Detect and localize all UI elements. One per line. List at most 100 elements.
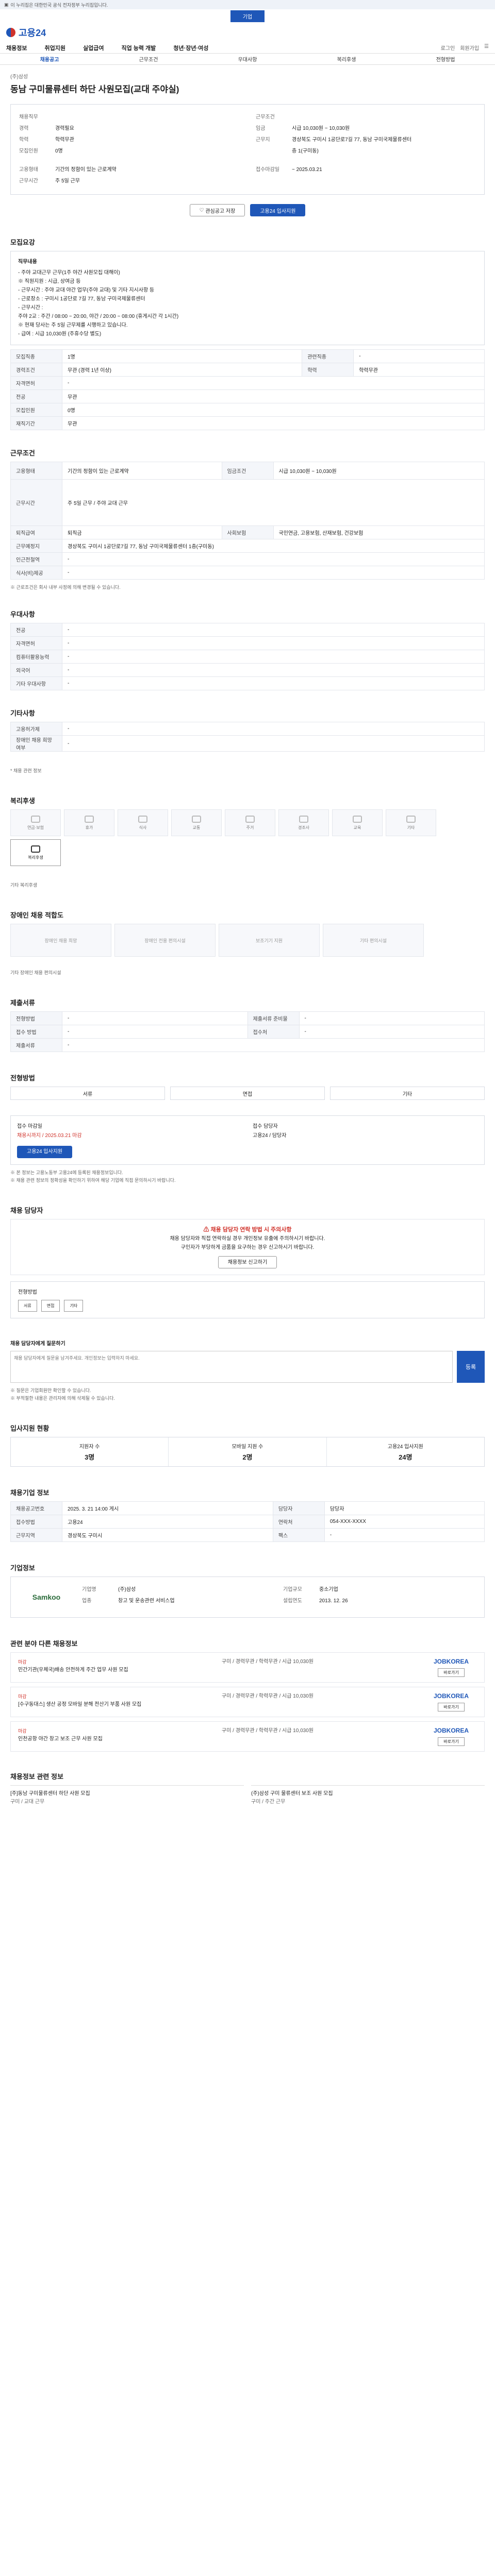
stat-item: 고용24 입사지원 24명 bbox=[327, 1437, 484, 1466]
more-title[interactable]: (주)삼성 구미 물류센터 보조 사원 모집 bbox=[251, 1790, 485, 1798]
audience-switch: 기업 bbox=[0, 9, 495, 23]
list-item[interactable]: 마감 인천공항 야간 창고 보조 근무 사원 모집 구미 / 경력무관 / 학력무… bbox=[10, 1721, 485, 1752]
description-line: - 근무시간 : 주야 교대 야간 업무(주야 교대) 및 기타 지시사항 등 bbox=[18, 287, 155, 293]
family-event-icon bbox=[299, 815, 308, 823]
table-row: 식사(비)제공 - bbox=[10, 566, 485, 580]
more-title[interactable]: [주]동남 구미물류센터 하단 사원 모집 bbox=[10, 1790, 244, 1798]
warning-box: ⚠ 채용 담당자 연락 방법 시 주의사항 채용 담당자와 직접 연락하실 경우… bbox=[10, 1219, 485, 1275]
job-title[interactable]: [수구동대스] 생산 공정 모바일 분해 전산기 부품 사원 모집 bbox=[18, 1701, 214, 1709]
welfare-card: 경조사 bbox=[278, 809, 329, 836]
table-value: 054-XXX-XXXX bbox=[324, 1515, 485, 1529]
description-line: - 근로장소 : 구미시 1공단로 7길 77, 동남 구미국제물류센터 bbox=[18, 296, 145, 302]
table-value: 학력무관 bbox=[353, 363, 485, 377]
table-key: 학력 bbox=[302, 363, 354, 377]
company-value: 2013. 12. 26 bbox=[319, 1598, 348, 1604]
table-key: 제출서류 준비물 bbox=[247, 1011, 300, 1025]
site-logo[interactable]: 고용24 bbox=[19, 26, 46, 39]
table-key: 사회보험 bbox=[221, 526, 274, 539]
go-button[interactable]: 바로가기 bbox=[438, 1668, 465, 1677]
tab-welfare[interactable]: 복리후생 bbox=[337, 55, 356, 63]
table-value: 기간의 정함이 있는 근로계약 bbox=[62, 462, 222, 480]
company-value: 중소기업 bbox=[319, 1587, 338, 1592]
detail-tabs: 채용공고 근무조건 우대사항 복리후생 전형방법 bbox=[0, 54, 495, 65]
job-summary: 채용직무 경력 경력필요 학력 학력무관 모집인원 0명 고용형태 기간의 정함이 있는… bbox=[10, 104, 485, 195]
method-chip[interactable]: 면접 bbox=[41, 1300, 60, 1312]
apply-note: ※ 본 정보는 고용노동부 고용24에 등록된 채용정보입니다. bbox=[10, 1170, 123, 1175]
summary-key: 채용직무 bbox=[19, 114, 38, 120]
job-title[interactable]: 민간기관(우체국)배송 안전하게 주간 업무 사원 모집 bbox=[18, 1666, 214, 1674]
list-item[interactable]: (주)삼성 구미 물류센터 보조 사원 모집 구미 / 주간 근무 bbox=[251, 1785, 485, 1806]
table-row: 근무시간 주 5일 근무 / 주야 교대 근무 bbox=[10, 479, 485, 526]
description-line: 주야 2교 : 주간 / 08:00 ~ 20:00, 야간 / 20:00 ~… bbox=[18, 314, 179, 319]
save-job-button[interactable]: ♡ 관심공고 저장 bbox=[189, 204, 245, 216]
list-item[interactable]: [주]동남 구미물류센터 하단 사원 모집 구미 / 교대 근무 bbox=[10, 1785, 244, 1806]
job-meta: 구미 / 경력무관 / 학력무관 / 시급 10,030원 bbox=[222, 1659, 314, 1665]
apply-button-secondary[interactable]: 고용24 입사지원 bbox=[17, 1146, 73, 1158]
method-option[interactable]: 기타 bbox=[330, 1087, 485, 1100]
table-row: 경력조건 무관 (경력 1년 이상) 학력 학력무관 bbox=[10, 363, 485, 377]
description-line: ※ 현재 당사는 주 5일 근무제를 시행하고 있습니다. bbox=[18, 323, 128, 328]
tab-preference[interactable]: 우대사항 bbox=[238, 55, 257, 63]
list-item[interactable]: 마감 민간기관(우체국)배송 안전하게 주간 업무 사원 모집 구미 / 경력무관… bbox=[10, 1652, 485, 1683]
submit-question-button[interactable]: 등록 bbox=[457, 1351, 485, 1383]
tab-method[interactable]: 전형방법 bbox=[436, 55, 455, 63]
tab-condition[interactable]: 근무조건 bbox=[139, 55, 158, 63]
table-key: 접수 방법 bbox=[10, 1025, 62, 1039]
summary-key: 임금 bbox=[256, 126, 266, 131]
table-value: 1명 bbox=[61, 349, 303, 363]
go-button[interactable]: 바로가기 bbox=[438, 1703, 465, 1711]
table-key: 팩스 bbox=[272, 1528, 325, 1542]
menu-icon[interactable]: ☰ bbox=[484, 44, 489, 52]
table-value: 시급 10,030원 ~ 10,030원 bbox=[273, 462, 485, 480]
stat-value: 2명 bbox=[242, 1453, 253, 1461]
list-item[interactable]: 마감 [수구동대스] 생산 공정 모바일 분해 전산기 부품 사원 모집 구미 /… bbox=[10, 1687, 485, 1717]
nav-youth[interactable]: 청년·장년·여성 bbox=[173, 44, 208, 52]
summary-key: 근무시간 bbox=[19, 178, 38, 184]
signup-link[interactable]: 회원가입 bbox=[460, 44, 479, 52]
question-input[interactable] bbox=[10, 1351, 453, 1383]
table-row: 재직기간 무관 bbox=[10, 416, 485, 430]
table-key: 전공 bbox=[10, 623, 62, 637]
section-title: 전형방법 bbox=[10, 1074, 35, 1082]
method-chip[interactable]: 서류 bbox=[18, 1300, 37, 1312]
table-key: 전형방법 bbox=[10, 1011, 62, 1025]
go-button[interactable]: 바로가기 bbox=[438, 1737, 465, 1746]
summary-key: 근무지 bbox=[256, 137, 270, 143]
nav-employment-support[interactable]: 취업지원 bbox=[44, 44, 65, 52]
nav-unemployment[interactable]: 실업급여 bbox=[83, 44, 104, 52]
section-title: 복리후생 bbox=[10, 797, 35, 805]
report-button[interactable]: 채용정보 신고하기 bbox=[218, 1256, 277, 1268]
status-badge: 마감 bbox=[18, 1728, 27, 1734]
disability-note: 기타 장애인 채용 편의시설 bbox=[10, 970, 61, 975]
tab-recruit[interactable]: 채용공고 bbox=[40, 55, 59, 63]
more-list: [주]동남 구미물류센터 하단 사원 모집 구미 / 교대 근무 (주)삼성 구미… bbox=[10, 1785, 485, 1806]
welfare-grid: 연금·보험 휴가 식사 교통 주거 경조사 교육 기타 복리후생 bbox=[10, 809, 485, 866]
company-name[interactable]: (주)삼성 bbox=[10, 72, 485, 80]
apply-button[interactable]: 고용24 입사지원 bbox=[250, 204, 306, 216]
section-comment: 채용 담당자에게 질문하기 등록 ※ 질문은 기업회원만 확인할 수 있습니다.… bbox=[10, 1318, 485, 1402]
table-key: 인근전철역 bbox=[10, 552, 62, 566]
job-title[interactable]: 인천공항 야간 창고 보조 근무 사원 모집 bbox=[18, 1735, 214, 1743]
nav-training[interactable]: 직업 능력 개발 bbox=[121, 44, 156, 52]
preference-table: 전공 - 자격면허 - 컴퓨터활용능력 - 외국어 - 기타 우대사항 - bbox=[10, 623, 485, 690]
transport-icon bbox=[192, 815, 201, 823]
login-link[interactable]: 로그인 bbox=[441, 44, 455, 52]
header: 고용24 bbox=[0, 23, 495, 42]
section-title: 채용 담당자 bbox=[10, 1207, 43, 1214]
summary-key: 근무조건 bbox=[256, 114, 275, 120]
contact-label: 접수 담당자 bbox=[253, 1124, 278, 1129]
method-option[interactable]: 면접 bbox=[170, 1087, 325, 1100]
method-chip[interactable]: 기타 bbox=[64, 1300, 84, 1312]
table-key: 접수처 bbox=[247, 1025, 300, 1039]
company-card: Samkoo 기업명 (주)삼성 업종 창고 및 운송관련 서비스업 기업규모 중소기… bbox=[10, 1577, 485, 1618]
method-option[interactable]: 서류 bbox=[10, 1087, 165, 1100]
audience-pill-business[interactable]: 기업 bbox=[230, 10, 265, 22]
table-row: 모집인원 0명 bbox=[10, 403, 485, 417]
table-key: 접수방법 bbox=[10, 1515, 62, 1529]
section-method: 전형방법 서류 면접 기타 bbox=[10, 1052, 485, 1100]
section-title: 기업정보 bbox=[10, 1564, 35, 1572]
flag-icon: ▣ bbox=[4, 2, 9, 7]
nav-jobs[interactable]: 채용정보 bbox=[6, 44, 27, 52]
warning-head: 채용 담당자 연락 방법 시 주의사항 bbox=[210, 1227, 292, 1233]
stat-label: 지원자 수 bbox=[79, 1444, 100, 1450]
